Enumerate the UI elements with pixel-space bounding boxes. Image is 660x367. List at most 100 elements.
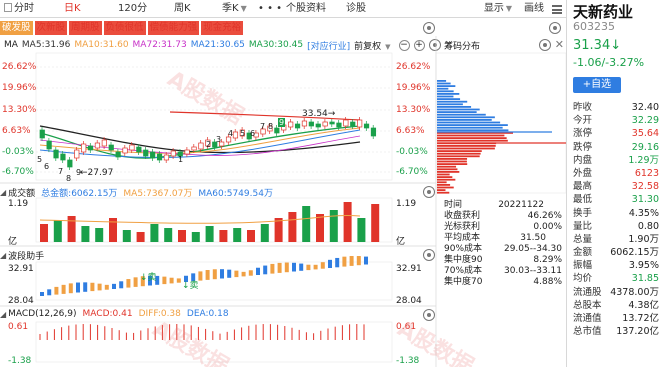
- candle: [350, 121, 356, 127]
- collapse-icon[interactable]: ◢: [0, 251, 6, 260]
- volume-top-label: 1.19: [8, 199, 29, 209]
- quote-label: 跌停: [573, 141, 593, 153]
- wave-bar: [205, 270, 210, 280]
- y-axis-label: 26.62%: [2, 62, 37, 72]
- collapse-icon[interactable]: ◢: [0, 188, 6, 197]
- candle: [336, 122, 342, 128]
- volume-bar: [316, 214, 324, 242]
- quote-label: 振幅: [573, 260, 593, 272]
- quote-label: 总市值: [573, 326, 602, 338]
- candle: [170, 150, 176, 157]
- volume-bar: [357, 218, 366, 242]
- wave-bar: [263, 265, 268, 275]
- count-label: 8: [66, 174, 72, 183]
- chip-bar: [437, 191, 450, 194]
- chip-bar: [437, 80, 447, 82]
- quote-value: 32.40: [631, 102, 659, 113]
- count-label: 6: [250, 129, 256, 138]
- sell-signal: ↓卖: [140, 273, 157, 283]
- quote-row: 流通股 4378.00万: [573, 286, 659, 299]
- y-axis-label: -0.03%: [2, 147, 34, 157]
- wave-bar: [234, 270, 239, 278]
- volume-unit-label: 亿: [396, 237, 406, 247]
- volume-ma5: MA5:7367.07万: [123, 189, 193, 199]
- collapse-icon[interactable]: ◢: [0, 310, 6, 319]
- wave-bar: [220, 269, 224, 279]
- wave-bar: [313, 264, 318, 270]
- quote-value: 13.72亿: [622, 313, 659, 324]
- wave-bar: [112, 283, 116, 289]
- volume-title: 成交额: [8, 189, 36, 199]
- chip-bar: [437, 124, 508, 126]
- candle: [122, 147, 128, 154]
- y-axis-label: -0.03%: [396, 147, 428, 157]
- chip-bar: [437, 189, 446, 191]
- wave-bar: [364, 256, 368, 265]
- candle: [163, 154, 170, 161]
- quote-label: 昨收: [573, 102, 593, 113]
- quote-label: 外盘: [573, 167, 593, 179]
- count-label: 5: [37, 155, 43, 164]
- wave-top-label: 32.91: [8, 264, 34, 274]
- candle: [343, 119, 349, 127]
- candle: [67, 159, 73, 168]
- wave-bar: [349, 256, 354, 266]
- quote-label: 金额: [573, 247, 593, 259]
- chip-bar: [437, 184, 451, 186]
- candle: [150, 151, 156, 159]
- quote-label: 最低: [573, 194, 593, 206]
- candle: [129, 144, 135, 151]
- wave-bar: [119, 281, 124, 289]
- volume-bars: [39, 202, 380, 242]
- candle: [191, 146, 197, 151]
- count-label: 4: [228, 129, 234, 138]
- candle: [363, 123, 370, 129]
- chip-bar: [437, 85, 456, 87]
- volume-total: 总金额:6062.15万: [41, 189, 118, 199]
- macd-value: MACD:0.41: [82, 309, 133, 319]
- wave-bar: [54, 286, 59, 295]
- volume-bar: [260, 224, 269, 242]
- quote-value: 29.16: [631, 141, 659, 153]
- wave-bar: [256, 267, 260, 275]
- count-label: 9: [278, 118, 286, 127]
- wave-bar: [133, 277, 138, 287]
- quote-row: 总市值 137.20亿: [573, 325, 659, 338]
- quote-value: 1.29万: [628, 154, 659, 166]
- chip-bar: [437, 103, 463, 106]
- macd-bottom-label: -1.38: [396, 356, 420, 366]
- candle: [101, 139, 107, 147]
- y-axis-label: 26.62%: [396, 62, 431, 72]
- chip-bar: [437, 108, 480, 111]
- quote-value: 32.58: [631, 181, 659, 193]
- gear-icon[interactable]: [423, 309, 435, 321]
- chip-bar: [437, 93, 460, 95]
- wave-bar: [83, 282, 88, 292]
- chips-stats: 时间 20221122 收盘获利 46.26% 光标获利 0.00% 平均成本 31.5…: [440, 200, 566, 288]
- volume-ma60: MA60:5749.54万: [198, 189, 273, 199]
- chips-row: 90%成本 29.05--34.30: [444, 244, 562, 254]
- gear-icon[interactable]: [423, 186, 435, 198]
- candle: [322, 121, 328, 127]
- quote-value: 137.20亿: [616, 326, 659, 338]
- volume-bar: [302, 206, 311, 242]
- candle: [94, 142, 101, 149]
- quote-row: 最低 31.30: [573, 193, 659, 206]
- chips-bars: [437, 80, 566, 194]
- wave-bar: [68, 283, 73, 294]
- y-axis-label: 19.96%: [2, 83, 37, 93]
- candle: [308, 121, 314, 127]
- stock-code: 603235: [573, 20, 615, 33]
- wave-bar: [335, 257, 340, 268]
- quote-value: 31.85: [631, 273, 659, 285]
- candle: [39, 129, 45, 139]
- gear-icon[interactable]: [423, 249, 435, 261]
- volume-bar: [67, 216, 76, 242]
- add-watchlist-button[interactable]: +自选: [573, 77, 621, 93]
- candle: [301, 120, 308, 127]
- candle: [315, 123, 321, 128]
- wave-bottom-label: 28.04: [8, 296, 34, 306]
- stock-price: 31.34↓: [573, 38, 622, 53]
- candle: [156, 153, 163, 161]
- volume-bar: [219, 230, 228, 242]
